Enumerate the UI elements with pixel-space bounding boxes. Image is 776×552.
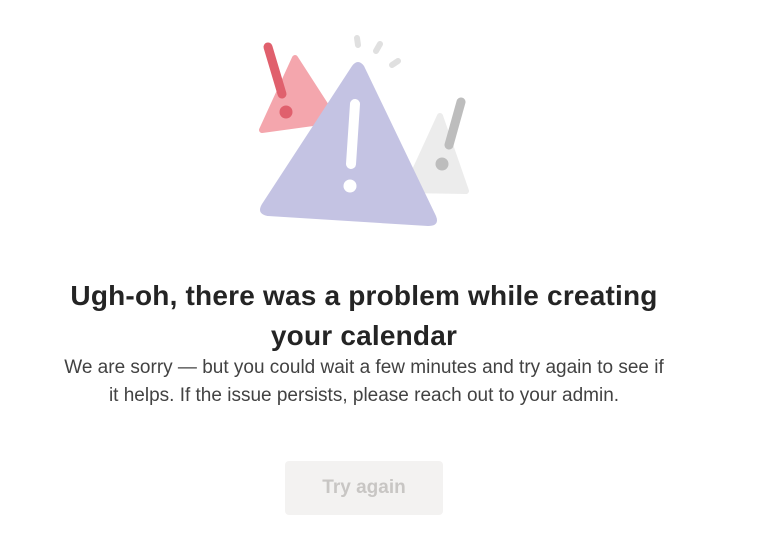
error-message: We are sorry — but you could wait a few …: [64, 357, 664, 406]
error-title: Ugh-oh, there was a problem while creati…: [70, 280, 658, 351]
try-again-button[interactable]: Try again: [285, 461, 443, 515]
spark-lines: [354, 35, 401, 68]
error-page: Ugh-oh, there was a problem while creati…: [0, 0, 776, 552]
warning-triangles-illustration: [259, 35, 469, 226]
